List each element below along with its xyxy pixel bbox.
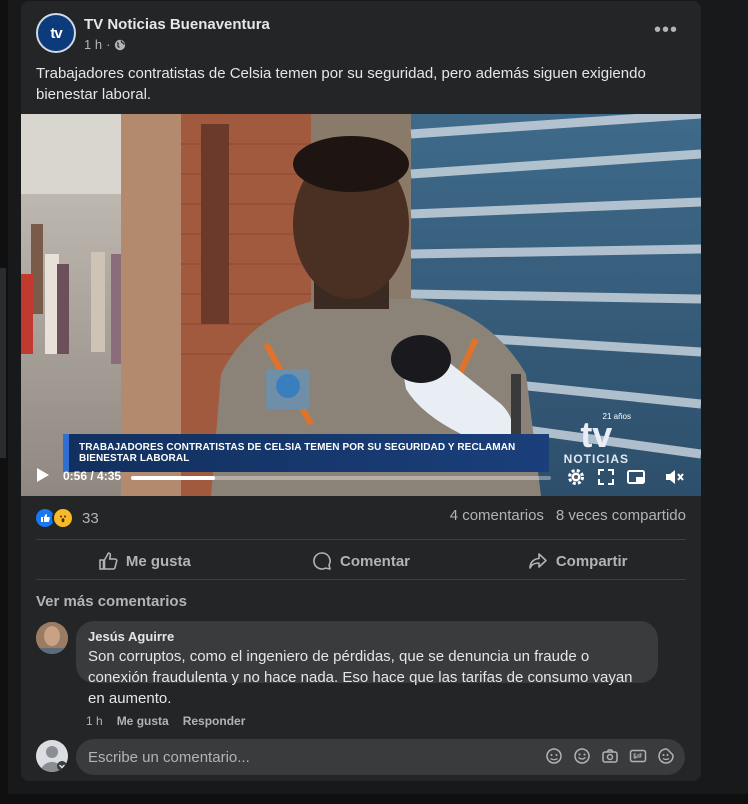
- post-text: Trabajadores contratistas de Celsia teme…: [36, 65, 646, 103]
- fullscreen-icon[interactable]: [595, 466, 617, 488]
- more-options-icon[interactable]: •••: [654, 19, 678, 42]
- volume-muted-icon[interactable]: [663, 466, 685, 488]
- emoji-icon[interactable]: [573, 747, 591, 765]
- composer-icons: [545, 747, 675, 765]
- comment-author[interactable]: Jesús Aguirre: [88, 629, 646, 644]
- video-controls: 0:56 / 4:35: [21, 460, 701, 496]
- video-progress-fill: [131, 476, 215, 480]
- share-count[interactable]: 8 veces compartido: [556, 507, 686, 524]
- comment-composer: [76, 739, 685, 775]
- page-name[interactable]: TV Noticias Buenaventura: [84, 16, 270, 33]
- globe-icon: [115, 39, 126, 50]
- left-scroll-notch: [0, 268, 6, 458]
- comment-time[interactable]: 1 h: [86, 714, 103, 728]
- post-actions: Me gusta Comentar Compartir: [36, 544, 686, 578]
- page-avatar[interactable]: tv: [36, 13, 76, 53]
- post-time[interactable]: 1 h: [84, 37, 102, 52]
- play-icon[interactable]: [37, 468, 49, 482]
- bottom-edge: [0, 794, 748, 804]
- divider: [36, 579, 686, 580]
- wow-reaction-icon: [52, 507, 74, 529]
- dot-separator: ·: [106, 37, 111, 52]
- comment-button[interactable]: Comentar: [253, 544, 470, 578]
- settings-gear-icon[interactable]: [565, 466, 587, 488]
- my-avatar[interactable]: [36, 740, 68, 772]
- like-label: Me gusta: [125, 552, 191, 570]
- video-player[interactable]: TRABAJADORES CONTRATISTAS DE CELSIA TEME…: [21, 114, 701, 496]
- like-button[interactable]: Me gusta: [36, 544, 253, 578]
- picture-in-picture-icon[interactable]: [625, 466, 647, 488]
- left-edge: [0, 0, 8, 804]
- sticker-icon[interactable]: [657, 747, 675, 765]
- comment-input[interactable]: [76, 739, 516, 775]
- comment-label: Comentar: [340, 552, 411, 570]
- share-arrow-icon: [529, 553, 547, 569]
- see-more-comments-link[interactable]: Ver más comentarios: [36, 593, 187, 610]
- tv-noticias-watermark: tv 21 años NOTICIAS: [564, 412, 631, 466]
- reaction-count: 33: [82, 509, 99, 527]
- video-time: 0:56 / 4:35: [63, 469, 122, 483]
- comment-reply-button[interactable]: Responder: [183, 714, 246, 728]
- tv-logo: tv: [50, 24, 62, 42]
- watermark-logo: tv: [580, 414, 613, 455]
- watermark-anos: 21 años: [602, 412, 631, 421]
- stats-right: 4 comentarios 8 veces compartido: [450, 507, 686, 524]
- comment-bubble: Jesús Aguirre Son corruptos, como el ing…: [76, 621, 658, 707]
- divider: [36, 539, 686, 540]
- post-meta: 1 h ·: [84, 37, 126, 52]
- post-stats: 33 4 comentarios 8 veces compartido: [36, 507, 686, 531]
- avatar-sticker-icon[interactable]: [545, 747, 563, 765]
- reactions[interactable]: 33: [36, 507, 99, 529]
- share-label: Compartir: [555, 552, 628, 570]
- comment-count[interactable]: 4 comentarios: [450, 507, 544, 524]
- commenter-avatar[interactable]: [36, 622, 68, 654]
- post-header: tv TV Noticias Buenaventura 1 h · •••: [36, 13, 686, 57]
- thumbs-up-icon: [99, 552, 118, 570]
- comment-actions: 1 h Me gusta Responder: [86, 714, 245, 728]
- gif-icon[interactable]: [629, 747, 647, 765]
- camera-icon[interactable]: [601, 747, 619, 765]
- video-progress-bar[interactable]: [131, 476, 551, 480]
- comment-icon: [313, 552, 331, 570]
- comment-like-button[interactable]: Me gusta: [117, 714, 169, 728]
- share-button[interactable]: Compartir: [469, 544, 686, 578]
- comment-text: Son corruptos, como el ingeniero de pérd…: [88, 648, 633, 707]
- post-card: tv TV Noticias Buenaventura 1 h · ••• Tr…: [21, 1, 701, 781]
